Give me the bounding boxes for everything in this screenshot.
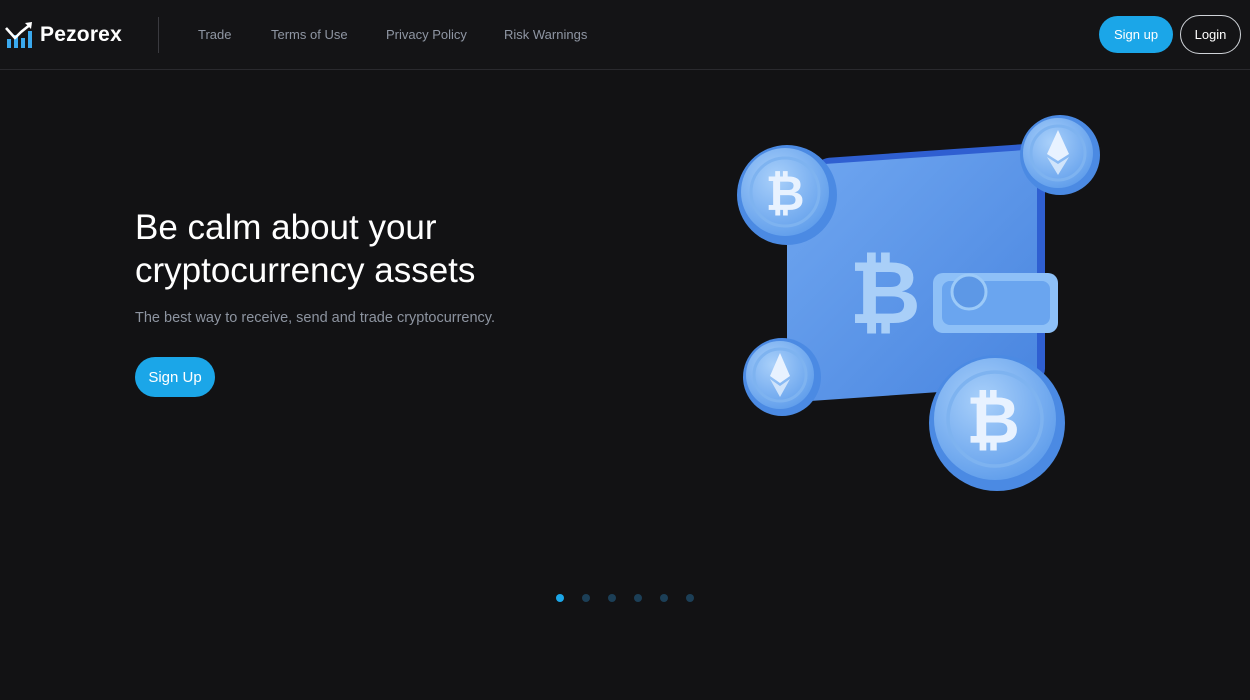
svg-text:₿: ₿ [966,383,1020,457]
hero-signup-button[interactable]: Sign Up [135,357,215,397]
top-navigation-bar: Pezorex Trade Terms of Use Privacy Polic… [0,0,1250,70]
header-divider [158,17,159,53]
header-login-button[interactable]: Login [1180,15,1241,54]
carousel-dot[interactable] [660,594,668,602]
brand-logo[interactable]: Pezorex [4,20,122,50]
carousel-dot[interactable] [556,594,564,602]
carousel-pagination [556,594,694,602]
header-signup-button[interactable]: Sign up [1099,16,1173,53]
carousel-dot[interactable] [686,594,694,602]
nav-link-trade[interactable]: Trade [198,27,231,42]
hero-title: Be calm about your cryptocurrency assets [135,208,476,290]
carousel-dot[interactable] [634,594,642,602]
carousel-dot[interactable] [582,594,590,602]
nav-link-risk-warnings[interactable]: Risk Warnings [504,27,587,42]
nav-link-privacy-policy[interactable]: Privacy Policy [386,27,467,42]
hero-subtitle: The best way to receive, send and trade … [135,310,495,326]
svg-text:₿: ₿ [765,168,804,221]
carousel-dot[interactable] [608,594,616,602]
svg-text:₿: ₿ [849,243,921,342]
bar-chart-arrow-icon [5,22,32,48]
crypto-wallet-icon: ₿ ₿ ₿ [737,115,1100,491]
brand-name: Pezorex [40,23,122,46]
nav-link-terms-of-use[interactable]: Terms of Use [271,27,348,42]
